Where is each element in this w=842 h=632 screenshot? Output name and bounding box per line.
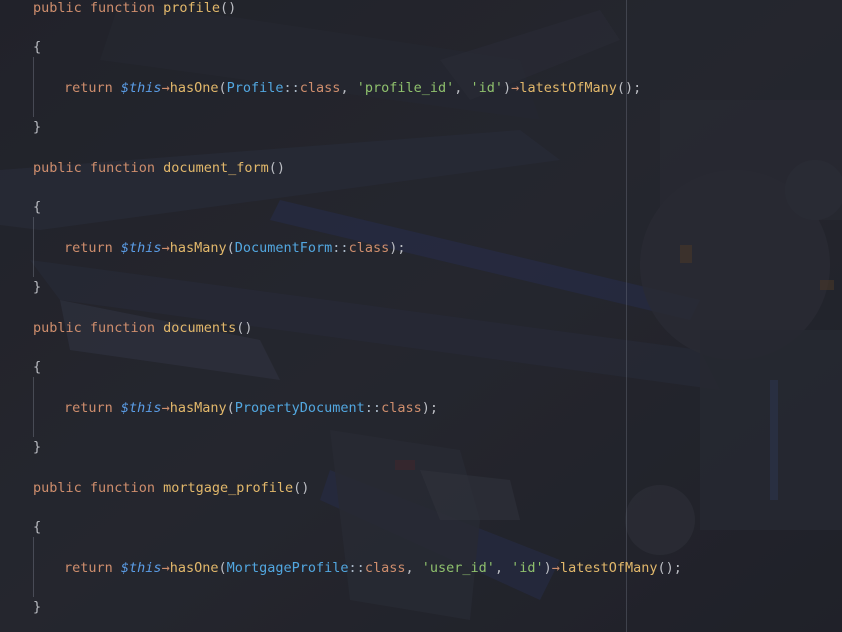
separator: , [454, 80, 471, 96]
arrow-operator: → [161, 80, 170, 96]
return-statement-mortgage-profile[interactable]: return $this→hasOne(MortgageProfile::cla… [64, 558, 682, 578]
arrow-operator: → [161, 560, 170, 576]
open-brace: { [33, 519, 42, 535]
open-paren: ( [218, 560, 227, 576]
keyword-public: public [33, 320, 82, 336]
method-name: document_form [163, 160, 269, 176]
parens: () [220, 0, 237, 16]
arrow-operator: → [551, 560, 560, 576]
double-colon: :: [332, 240, 349, 256]
this-variable: $this [120, 560, 162, 576]
open-brace: { [33, 199, 42, 215]
this-variable: $this [120, 400, 162, 416]
method-name: documents [163, 320, 237, 336]
close-brace: } [33, 119, 42, 135]
method-signature-profile[interactable]: public function profile() [33, 0, 236, 18]
return-statement-documents[interactable]: return $this→hasMany(PropertyDocument::c… [64, 398, 438, 418]
parens: () [293, 480, 310, 496]
keyword-function: function [89, 160, 155, 176]
statement-end: ); [421, 400, 438, 416]
this-variable: $this [120, 240, 162, 256]
string-argument: 'id' [511, 560, 544, 576]
statement-end: (); [616, 80, 642, 96]
double-colon: :: [364, 400, 382, 416]
class-keyword: class [299, 80, 341, 96]
keyword-function: function [89, 320, 155, 336]
close-brace: } [33, 279, 42, 295]
method-call: hasMany [169, 240, 227, 256]
method-name: profile [163, 0, 220, 16]
method-signature-mortgage-profile[interactable]: public function mortgage_profile() [33, 478, 309, 498]
code-editor[interactable]: public function profile() { return $this… [0, 0, 842, 632]
open-paren: ( [226, 400, 235, 416]
open-brace: { [33, 39, 42, 55]
return-keyword: return [64, 560, 113, 576]
class-reference: PropertyDocument [234, 400, 365, 416]
parens: () [268, 160, 286, 176]
method-signature-document-form[interactable]: public function document_form() [33, 158, 285, 178]
parens: () [236, 320, 253, 336]
this-variable: $this [120, 80, 162, 96]
arrow-operator: → [161, 400, 170, 416]
keyword-public: public [33, 0, 82, 16]
double-colon: :: [348, 560, 365, 576]
chained-method-call: latestOfMany [559, 560, 658, 576]
close-paren: ) [503, 80, 512, 96]
open-paren: ( [226, 240, 235, 256]
keyword-public: public [33, 480, 82, 496]
return-statement-profile[interactable]: return $this→hasOne(Profile::class, 'pro… [64, 78, 641, 98]
open-paren: ( [218, 80, 227, 96]
arrow-operator: → [161, 240, 170, 256]
statement-end: (); [657, 560, 682, 576]
keyword-function: function [89, 0, 155, 16]
class-keyword: class [348, 240, 390, 256]
string-argument: 'id' [470, 80, 504, 96]
separator: , [494, 560, 512, 576]
indent-guide [33, 377, 34, 437]
method-name: mortgage_profile [163, 480, 294, 496]
return-keyword: return [64, 240, 113, 256]
method-call: hasOne [169, 560, 219, 576]
keyword-function: function [89, 480, 155, 496]
close-brace: } [33, 599, 42, 615]
class-reference: DocumentForm [234, 240, 333, 256]
return-statement-document-form[interactable]: return $this→hasMany(DocumentForm::class… [64, 238, 405, 258]
separator: , [405, 560, 422, 576]
close-paren: ) [543, 560, 552, 576]
open-brace: { [33, 359, 42, 375]
chained-method-call: latestOfMany [519, 80, 617, 96]
indent-guide [33, 57, 34, 117]
indent-guide [33, 537, 34, 597]
method-signature-documents[interactable]: public function documents() [33, 318, 253, 338]
double-colon: :: [283, 80, 300, 96]
statement-end: ); [389, 240, 406, 256]
return-keyword: return [64, 80, 113, 96]
class-keyword: class [364, 560, 406, 576]
string-argument: 'user_id' [421, 560, 495, 576]
keyword-public: public [33, 160, 82, 176]
method-call: hasOne [169, 80, 219, 96]
string-argument: 'profile_id' [356, 80, 455, 96]
separator: , [340, 80, 357, 96]
class-keyword: class [381, 400, 422, 416]
indent-guide [33, 217, 34, 277]
close-brace: } [33, 439, 42, 455]
class-reference: Profile [226, 80, 284, 96]
return-keyword: return [64, 400, 113, 416]
method-call: hasMany [169, 400, 227, 416]
class-reference: MortgageProfile [226, 560, 349, 576]
